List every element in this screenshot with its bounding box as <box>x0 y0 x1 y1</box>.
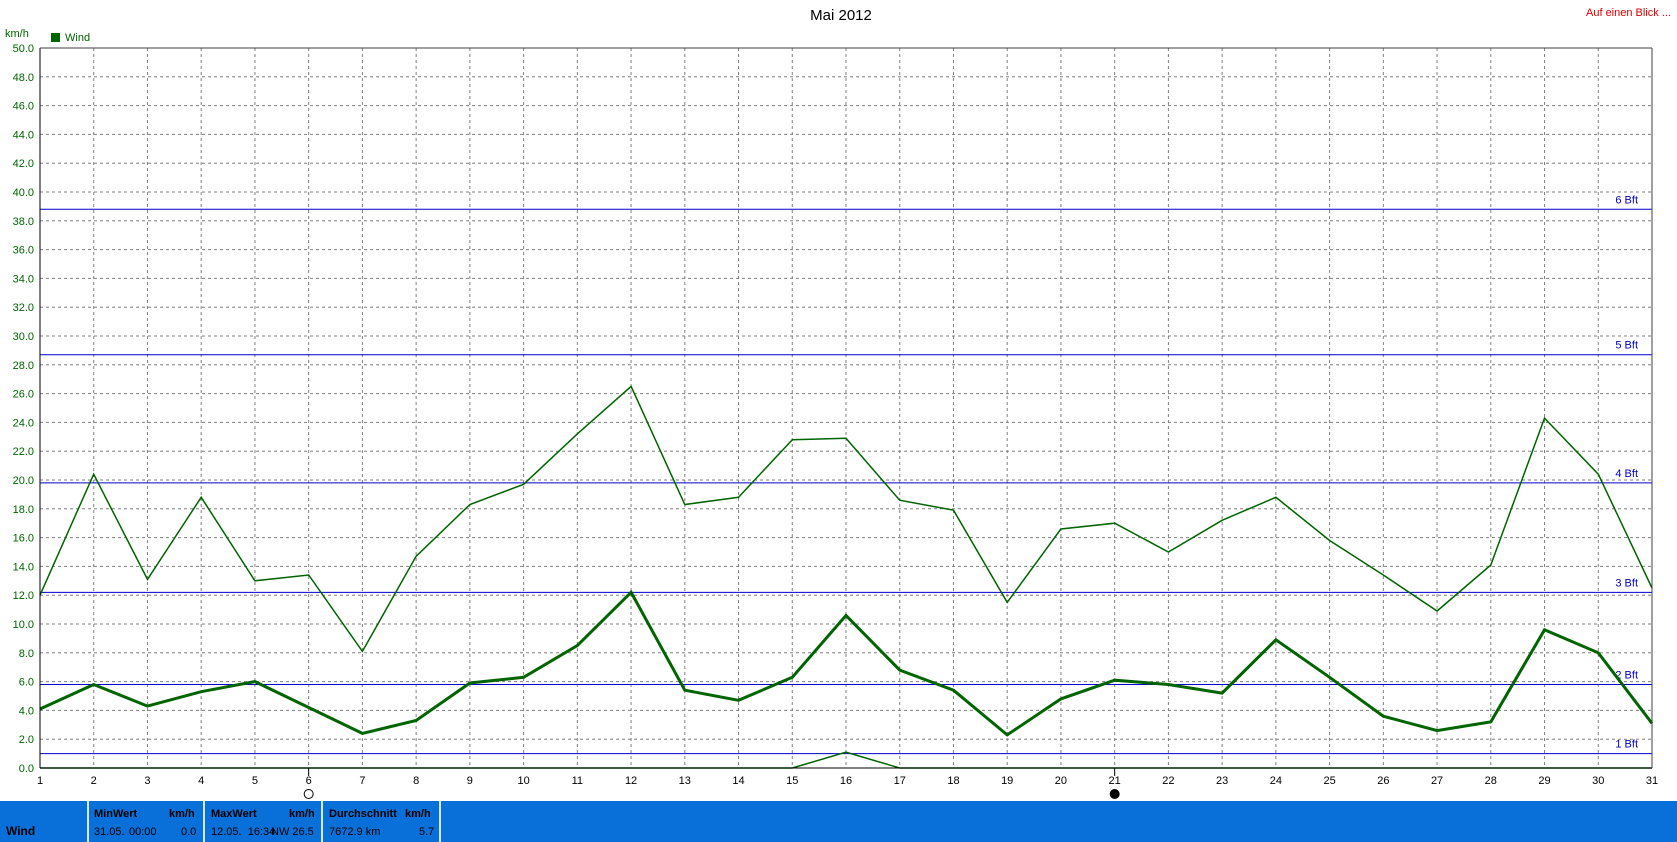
max-value-cell: MaxWert km/h 12.05. 16:34 NW 26.5 <box>205 801 323 842</box>
x-tick-label: 5 <box>252 775 258 787</box>
avg-unit: km/h <box>405 808 431 820</box>
avg-value-cell: Durchschnitt km/h 7672.9 km 5.7 <box>323 801 441 842</box>
bft-label: 3 Bft <box>1615 577 1638 589</box>
x-tick-label: 25 <box>1323 775 1335 787</box>
y-tick-label: 36.0 <box>13 245 34 257</box>
max-datetime: 12.05. 16:34 <box>211 826 276 838</box>
y-tick-label: 2.0 <box>19 734 34 746</box>
y-tick-label: 22.0 <box>13 446 34 458</box>
x-tick-label: 19 <box>1001 775 1013 787</box>
bft-label: 4 Bft <box>1615 468 1638 480</box>
max-header: MaxWert <box>211 808 257 820</box>
bft-label: 5 Bft <box>1615 340 1638 352</box>
chart-title: Mai 2012 <box>810 7 872 24</box>
min-date: 31.05. <box>94 826 125 838</box>
x-tick-label: 27 <box>1431 775 1443 787</box>
y-tick-label: 50.0 <box>13 43 34 55</box>
y-tick-label: 40.0 <box>13 187 34 199</box>
x-tick-label: 23 <box>1216 775 1228 787</box>
y-tick-label: 16.0 <box>13 533 34 545</box>
x-tick-label: 11 <box>572 775 583 787</box>
stats-bar: Wind MinWert km/h 31.05. 00:00 0.0 MaxWe… <box>0 801 1677 842</box>
x-tick-label: 26 <box>1377 775 1389 787</box>
y-tick-label: 32.0 <box>13 302 34 314</box>
x-tick-label: 8 <box>413 775 419 787</box>
bft-label: 1 Bft <box>1615 739 1638 751</box>
y-tick-label: 48.0 <box>13 72 34 84</box>
x-tick-label: 16 <box>840 775 852 787</box>
min-time: 00:00 <box>129 826 157 838</box>
new-moon-icon <box>1109 789 1120 799</box>
series-line <box>39 589 1654 737</box>
y-tick-label: 44.0 <box>13 129 34 141</box>
x-tick-label: 14 <box>732 775 744 787</box>
x-tick-label: 12 <box>625 775 637 787</box>
y-tick-label: 38.0 <box>13 216 34 228</box>
x-tick-label: 2 <box>91 775 97 787</box>
x-tick-label: 15 <box>786 775 798 787</box>
y-tick-label: 10.0 <box>13 619 34 631</box>
full-moon-icon <box>303 789 314 799</box>
x-tick-label: 31 <box>1646 775 1658 787</box>
legend-label: Wind <box>65 32 90 44</box>
y-tick-label: 34.0 <box>13 273 34 285</box>
max-unit: km/h <box>289 808 315 820</box>
x-tick-label: 20 <box>1055 775 1067 787</box>
x-tick-label: 3 <box>144 775 150 787</box>
y-tick-label: 28.0 <box>13 360 34 372</box>
y-tick-label: 30.0 <box>13 331 34 343</box>
y-tick-label: 20.0 <box>13 475 34 487</box>
x-tick-label: 13 <box>679 775 691 787</box>
x-tick-label: 18 <box>947 775 959 787</box>
y-tick-label: 14.0 <box>13 561 34 573</box>
avg-header: Durchschnitt <box>329 808 397 820</box>
wind-chart: Mai 2012 Auf einen Blick ... km/h Wind 1… <box>5 7 1671 799</box>
y-tick-label: 42.0 <box>13 158 34 170</box>
x-tick-label: 29 <box>1538 775 1550 787</box>
grid <box>40 47 1652 768</box>
y-tick-label: 6.0 <box>19 677 34 689</box>
y-tick-label: 24.0 <box>13 417 34 429</box>
x-tick-label: 9 <box>467 775 473 787</box>
min-value: 0.0 <box>181 826 197 838</box>
x-tick-label: 30 <box>1592 775 1604 787</box>
avg-value: 5.7 <box>419 826 435 838</box>
x-tick-label: 10 <box>517 775 529 787</box>
x-tick-label: 24 <box>1270 775 1282 787</box>
avg-distance: 7672.9 km <box>329 826 381 838</box>
y-tick-label: 26.0 <box>13 389 34 401</box>
bft-label: 6 Bft <box>1615 194 1638 206</box>
x-tick-label: 17 <box>894 775 906 787</box>
x-tick-label: 4 <box>198 775 204 787</box>
y-tick-label: 18.0 <box>13 504 34 516</box>
y-tick-label: 0.0 <box>19 763 34 775</box>
x-tick-label: 6 <box>306 775 312 787</box>
x-tick-label: 28 <box>1485 775 1497 787</box>
overview-link[interactable]: Auf einen Blick ... <box>1586 7 1671 19</box>
min-unit: km/h <box>169 808 195 820</box>
min-header: MinWert <box>94 808 138 820</box>
y-axis-unit: km/h <box>5 28 29 40</box>
legend-swatch <box>51 33 60 42</box>
y-tick-label: 4.0 <box>19 705 34 717</box>
max-dir-value: NW 26.5 <box>271 826 314 838</box>
y-tick-label: 8.0 <box>19 648 34 660</box>
x-tick-label: 7 <box>359 775 365 787</box>
min-cell <box>0 801 89 842</box>
x-tick-label: 21 <box>1109 775 1121 787</box>
x-tick-label: 22 <box>1162 775 1174 787</box>
x-tick-label: 1 <box>37 775 43 787</box>
series-line <box>40 751 1652 769</box>
min-value-cell: MinWert km/h 31.05. 00:00 0.0 <box>89 801 205 842</box>
y-tick-label: 46.0 <box>13 101 34 113</box>
y-tick-label: 12.0 <box>13 590 34 602</box>
